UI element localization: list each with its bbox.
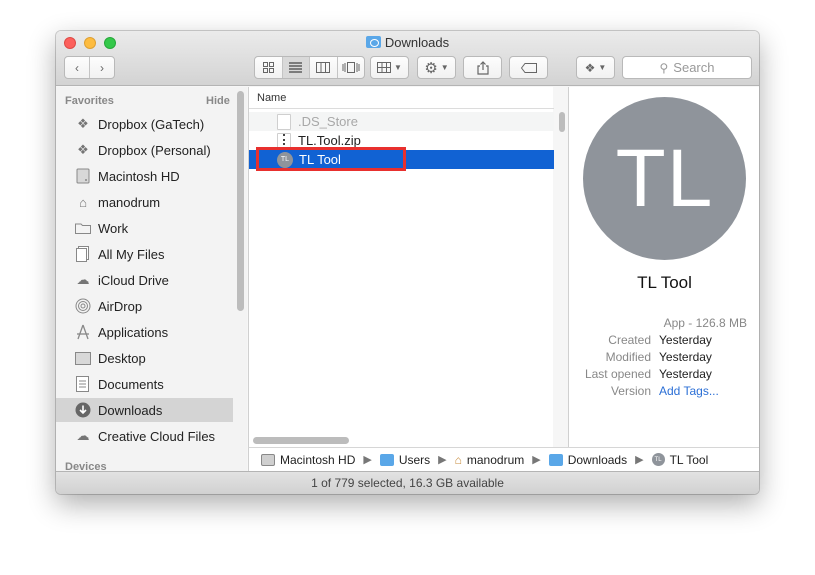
sidebar-item-all-my-files[interactable]: All My Files — [56, 242, 233, 266]
file-list-horizontal-scrollbar[interactable] — [253, 437, 349, 444]
sidebar-item-dropbox-gatech[interactable]: ❖ Dropbox (GaTech) — [56, 112, 233, 136]
path-bar: Macintosh HD ▶ Users ▶ ⌂ manodrum ▶ Downl… — [248, 447, 759, 471]
grid-icon — [262, 62, 274, 73]
tag-icon — [520, 62, 537, 73]
documents-icon — [74, 376, 92, 392]
cover-flow-button[interactable] — [338, 57, 365, 78]
path-segment-users[interactable]: Users — [379, 453, 430, 467]
path-segment-macintosh-hd[interactable]: Macintosh HD — [261, 453, 355, 467]
downloads-icon — [74, 402, 92, 418]
sidebar: Favorites Hide ❖ Dropbox (GaTech) ❖ Dropbo… — [56, 87, 247, 471]
share-icon — [476, 60, 489, 75]
column-header-name[interactable]: Name — [249, 87, 554, 109]
preview-modified-row: Modified Yesterday — [605, 350, 712, 364]
sidebar-item-creative-cloud[interactable]: ☁ Creative Cloud Files — [56, 424, 233, 448]
icon-view-button[interactable] — [255, 57, 283, 78]
file-row-ds-store[interactable]: .DS_Store — [249, 112, 554, 131]
cloud-icon: ☁ — [76, 272, 90, 287]
home-icon: ⌂ — [454, 452, 462, 467]
dropbox-icon: ❖ — [77, 142, 89, 157]
arrange-button[interactable]: ▼ — [370, 56, 409, 79]
preview-kind-size: App - 126.8 MB — [663, 316, 747, 330]
app-preview-icon: TL — [583, 97, 746, 260]
list-icon — [289, 62, 303, 73]
sidebar-item-documents[interactable]: Documents — [56, 372, 233, 396]
preview-pane: TL TL Tool App - 126.8 MB Created Yesterd… — [568, 87, 759, 471]
home-icon: ⌂ — [79, 194, 87, 210]
sidebar-item-applications[interactable]: Applications — [56, 320, 233, 344]
folder-icon — [379, 453, 394, 466]
view-mode-buttons — [254, 56, 365, 79]
desktop-icon — [74, 350, 92, 366]
sidebar-item-desktop[interactable]: Desktop — [56, 346, 233, 370]
harddisk-icon — [74, 168, 92, 184]
preview-opened-row: Last opened Yesterday — [584, 367, 712, 381]
sidebar-item-icloud-drive[interactable]: ☁ iCloud Drive — [56, 268, 233, 292]
coverflow-icon — [342, 62, 360, 73]
chevron-right-icon: ▶ — [635, 454, 644, 466]
dropbox-icon: ❖ — [77, 116, 89, 131]
sidebar-item-manodrum[interactable]: ⌂ manodrum — [56, 190, 233, 214]
devices-heading: Devices — [65, 461, 107, 471]
search-placeholder: Search — [673, 60, 715, 75]
chevron-left-icon: ‹ — [75, 60, 79, 75]
sidebar-scrollbar[interactable] — [237, 91, 244, 311]
arrange-grid-icon — [377, 62, 392, 73]
highlight-box — [256, 147, 406, 171]
downloads-folder-icon — [365, 36, 381, 48]
creative-cloud-icon: ☁ — [76, 428, 90, 443]
chevron-down-icon: ▼ — [598, 63, 607, 72]
sidebar-item-dropbox-personal[interactable]: ❖ Dropbox (Personal) — [56, 138, 233, 162]
tags-button[interactable] — [509, 56, 548, 79]
sidebar-item-work[interactable]: Work — [56, 216, 233, 240]
file-list: Name .DS_Store TL.Tool.zip TL TL Tool — [248, 87, 565, 471]
harddisk-icon — [261, 453, 275, 466]
airdrop-icon — [74, 298, 92, 314]
folder-icon — [548, 453, 563, 466]
column-view-button[interactable] — [310, 57, 338, 78]
chevron-right-icon: › — [100, 60, 104, 75]
search-input[interactable]: ⚲ Search — [622, 56, 752, 79]
preview-created-row: Created Yesterday — [608, 333, 712, 347]
dropbox-button[interactable]: ❖ ▼ — [576, 56, 615, 79]
chevron-right-icon: ▶ — [532, 454, 541, 466]
path-segment-tl-tool[interactable]: TL TL Tool — [651, 453, 708, 467]
chevron-right-icon: ▶ — [438, 454, 447, 466]
sidebar-item-downloads[interactable]: Downloads — [56, 398, 233, 422]
forward-button[interactable]: › — [90, 57, 114, 78]
file-list-vertical-scrollbar[interactable] — [559, 112, 565, 132]
finder-window: Downloads ‹ › ▼ ⚙ ▼ ❖ ▼ ⚲ Search Favorites … — [56, 31, 759, 494]
applications-icon — [74, 324, 92, 340]
sidebar-item-macintosh-hd[interactable]: Macintosh HD — [56, 164, 233, 188]
path-segment-downloads[interactable]: Downloads — [548, 453, 627, 467]
chevron-down-icon: ▼ — [394, 63, 402, 72]
columns-icon — [316, 62, 331, 73]
chevron-down-icon: ▼ — [440, 63, 449, 72]
share-button[interactable] — [463, 56, 502, 79]
back-forward-buttons: ‹ › — [64, 56, 115, 79]
preview-name: TL Tool — [637, 273, 692, 292]
dropbox-icon: ❖ — [584, 60, 596, 75]
gear-icon: ⚙ — [424, 59, 438, 77]
chevron-right-icon: ▶ — [363, 454, 372, 466]
document-icon — [277, 113, 291, 130]
preview-version-row: Version Add Tags... — [610, 384, 719, 398]
list-view-button[interactable] — [282, 57, 310, 78]
path-segment-manodrum[interactable]: ⌂ manodrum — [455, 453, 525, 467]
favorites-heading: Favorites — [65, 95, 114, 107]
action-button[interactable]: ⚙ ▼ — [417, 56, 456, 79]
toolbar: Downloads ‹ › ▼ ⚙ ▼ ❖ ▼ ⚲ Search — [56, 31, 759, 86]
hide-button[interactable]: Hide — [206, 95, 230, 107]
app-icon: TL — [651, 453, 665, 466]
folder-icon — [74, 220, 92, 236]
all-files-icon — [74, 246, 92, 262]
sidebar-item-airdrop[interactable]: AirDrop — [56, 294, 233, 318]
status-bar: 1 of 779 selected, 16.3 GB available — [56, 471, 759, 494]
window-title: Downloads — [56, 35, 759, 50]
back-button[interactable]: ‹ — [65, 57, 90, 78]
add-tags-link[interactable]: Add Tags... — [659, 384, 719, 398]
search-icon: ⚲ — [659, 60, 669, 75]
